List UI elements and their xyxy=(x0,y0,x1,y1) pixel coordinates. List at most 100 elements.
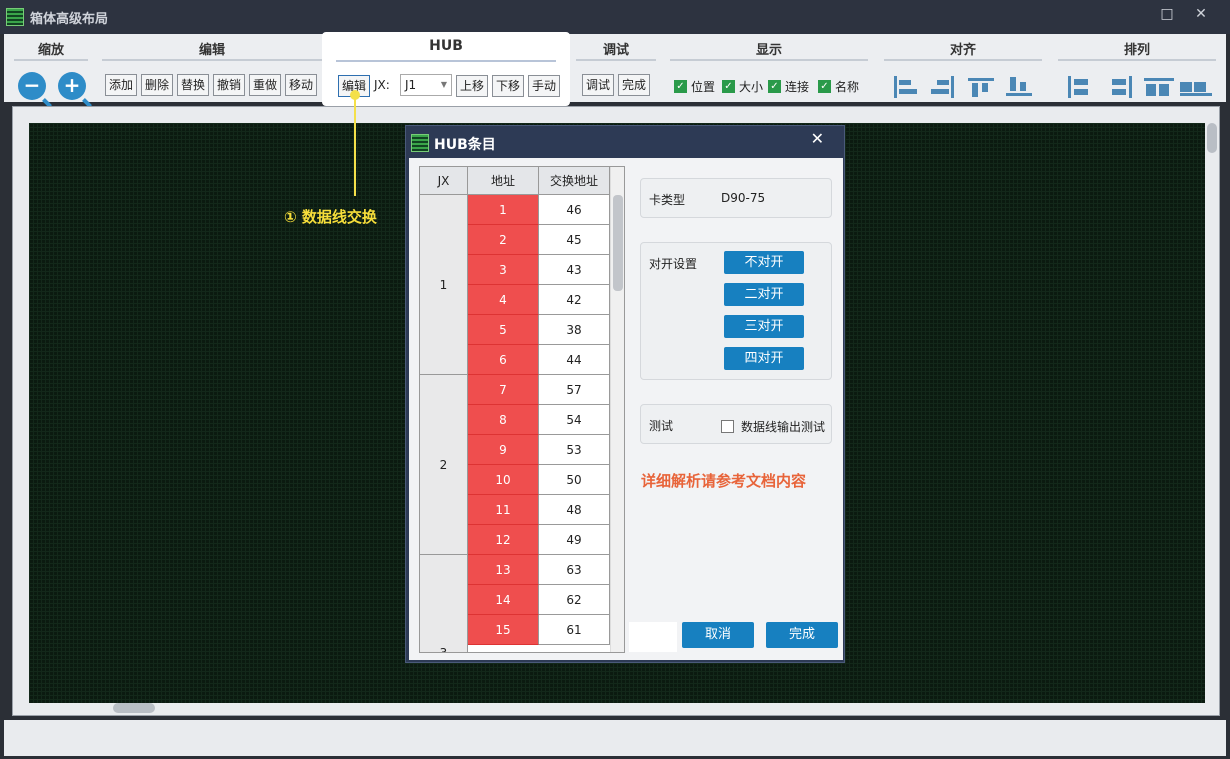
window-title: 箱体高级布局 xyxy=(30,11,109,27)
address-cell[interactable]: 15 xyxy=(468,615,539,645)
checkbox-name[interactable]: ✓ 名称 xyxy=(818,78,859,95)
manual-button[interactable]: 手动 xyxy=(528,75,561,97)
address-cell[interactable]: 11 xyxy=(468,495,539,525)
move-button[interactable]: 移动 xyxy=(285,74,318,96)
check-icon: ✓ xyxy=(818,80,831,93)
chevron-down-icon: ▼ xyxy=(440,80,447,89)
address-cell[interactable]: 2 xyxy=(468,225,539,255)
debug-done-button[interactable]: 完成 xyxy=(618,74,651,96)
hub-entry-dialog: HUB条目 ✕ JX 地址 交换地址 1 46 2 45 3 43 4 42 5 38 6 44 7 57… xyxy=(405,125,845,663)
table-header: JX 地址 交换地址 xyxy=(420,167,610,195)
jx-group-cell: 2 xyxy=(420,375,468,555)
group-align: 对齐 xyxy=(884,39,1042,61)
jx-group-cell: 1 xyxy=(420,195,468,375)
address-cell[interactable]: 5 xyxy=(468,315,539,345)
test-section: 测试 数据线输出测试 xyxy=(640,404,832,444)
checkbox-connection[interactable]: ✓ 连接 xyxy=(768,78,809,95)
split-none-button[interactable]: 不对开 xyxy=(724,251,804,274)
group-debug: 调试 xyxy=(576,39,656,61)
footer-strip xyxy=(629,622,677,652)
jx-group-cell: 3 xyxy=(420,555,468,652)
table-scrollbar[interactable] xyxy=(610,167,624,652)
zoom-out-icon[interactable]: − xyxy=(18,72,46,100)
swap-address-cell[interactable]: 61 xyxy=(539,615,610,645)
data-line-output-test-checkbox[interactable]: 数据线输出测试 xyxy=(721,418,825,435)
annotation-text: ① 数据线交换 xyxy=(284,208,377,226)
move-up-button[interactable]: 上移 xyxy=(456,75,489,97)
swap-address-cell[interactable]: 46 xyxy=(539,195,610,225)
align-left-icon[interactable] xyxy=(892,76,918,98)
checkbox-label: 位置 xyxy=(691,80,716,94)
header-jx: JX xyxy=(420,167,468,194)
arrange-stack-icon[interactable] xyxy=(1108,76,1134,98)
close-icon[interactable]: ✕ xyxy=(1191,6,1211,22)
address-cell[interactable]: 14 xyxy=(468,585,539,615)
address-cell[interactable]: 6 xyxy=(468,345,539,375)
address-cell[interactable]: 7 xyxy=(468,375,539,405)
split-label: 对开设置 xyxy=(649,257,698,271)
horizontal-scrollbar[interactable] xyxy=(113,703,155,713)
split-four-button[interactable]: 四对开 xyxy=(724,347,804,370)
cancel-button[interactable]: 取消 xyxy=(682,622,754,648)
app-icon xyxy=(6,8,24,26)
header-address: 地址 xyxy=(468,167,539,194)
split-two-button[interactable]: 二对开 xyxy=(724,283,804,306)
title-bar: 箱体高级布局 □ ✕ xyxy=(0,0,1230,34)
swap-address-cell[interactable]: 63 xyxy=(539,555,610,585)
split-three-button[interactable]: 三对开 xyxy=(724,315,804,338)
replace-button[interactable]: 替换 xyxy=(177,74,210,96)
address-cell[interactable]: 13 xyxy=(468,555,539,585)
group-arrange: 排列 xyxy=(1058,39,1216,61)
arrange-horizontal-icon[interactable] xyxy=(1144,76,1174,98)
swap-address-cell[interactable]: 53 xyxy=(539,435,610,465)
delete-button[interactable]: 删除 xyxy=(141,74,174,96)
dialog-body: JX 地址 交换地址 1 46 2 45 3 43 4 42 5 38 6 44 7 57 8 54 9 53 10… xyxy=(409,158,843,660)
address-cell[interactable]: 8 xyxy=(468,405,539,435)
align-bottom-icon[interactable] xyxy=(1006,76,1032,98)
add-button[interactable]: 添加 xyxy=(105,74,138,96)
maximize-icon[interactable]: □ xyxy=(1157,6,1177,22)
swap-address-cell[interactable]: 50 xyxy=(539,465,610,495)
swap-address-cell[interactable]: 45 xyxy=(539,225,610,255)
swap-address-cell[interactable]: 42 xyxy=(539,285,610,315)
redo-button[interactable]: 重做 xyxy=(249,74,282,96)
arrange-row-icon[interactable] xyxy=(1180,76,1212,98)
checkbox-position[interactable]: ✓ 位置 xyxy=(674,78,715,95)
vertical-scrollbar[interactable] xyxy=(1207,123,1217,153)
dialog-app-icon xyxy=(411,134,429,152)
checkbox-label: 数据线输出测试 xyxy=(741,420,826,434)
annotation-line xyxy=(354,94,356,196)
swap-address-cell[interactable]: 43 xyxy=(539,255,610,285)
checkbox-label: 连接 xyxy=(785,80,810,94)
swap-address-cell[interactable]: 44 xyxy=(539,345,610,375)
address-cell[interactable]: 12 xyxy=(468,525,539,555)
align-top-icon[interactable] xyxy=(968,76,994,98)
done-button[interactable]: 完成 xyxy=(766,622,838,648)
swap-address-cell[interactable]: 54 xyxy=(539,405,610,435)
debug-button[interactable]: 调试 xyxy=(582,74,615,96)
split-section: 对开设置 不对开 二对开 三对开 四对开 xyxy=(640,242,832,380)
swap-address-cell[interactable]: 57 xyxy=(539,375,610,405)
checkbox-size[interactable]: ✓ 大小 xyxy=(722,78,763,95)
card-type-section: 卡类型 D90-75 xyxy=(640,178,832,218)
align-right-icon[interactable] xyxy=(930,76,956,98)
scrollbar-thumb[interactable] xyxy=(613,195,623,291)
group-display: 显示 xyxy=(670,39,868,61)
swap-address-cell[interactable]: 49 xyxy=(539,525,610,555)
header-swap-address: 交换地址 xyxy=(539,167,610,194)
swap-address-cell[interactable]: 38 xyxy=(539,315,610,345)
zoom-in-icon[interactable]: + xyxy=(58,72,86,100)
address-cell[interactable]: 4 xyxy=(468,285,539,315)
test-label: 测试 xyxy=(649,419,674,433)
close-icon[interactable]: ✕ xyxy=(811,129,824,148)
move-down-button[interactable]: 下移 xyxy=(492,75,525,97)
undo-button[interactable]: 撤销 xyxy=(213,74,246,96)
address-cell[interactable]: 9 xyxy=(468,435,539,465)
swap-address-cell[interactable]: 48 xyxy=(539,495,610,525)
jx-select[interactable]: J1 ▼ xyxy=(400,74,452,96)
swap-address-cell[interactable]: 62 xyxy=(539,585,610,615)
address-cell[interactable]: 3 xyxy=(468,255,539,285)
address-cell[interactable]: 1 xyxy=(468,195,539,225)
address-cell[interactable]: 10 xyxy=(468,465,539,495)
arrange-vertical-icon[interactable] xyxy=(1066,76,1092,98)
